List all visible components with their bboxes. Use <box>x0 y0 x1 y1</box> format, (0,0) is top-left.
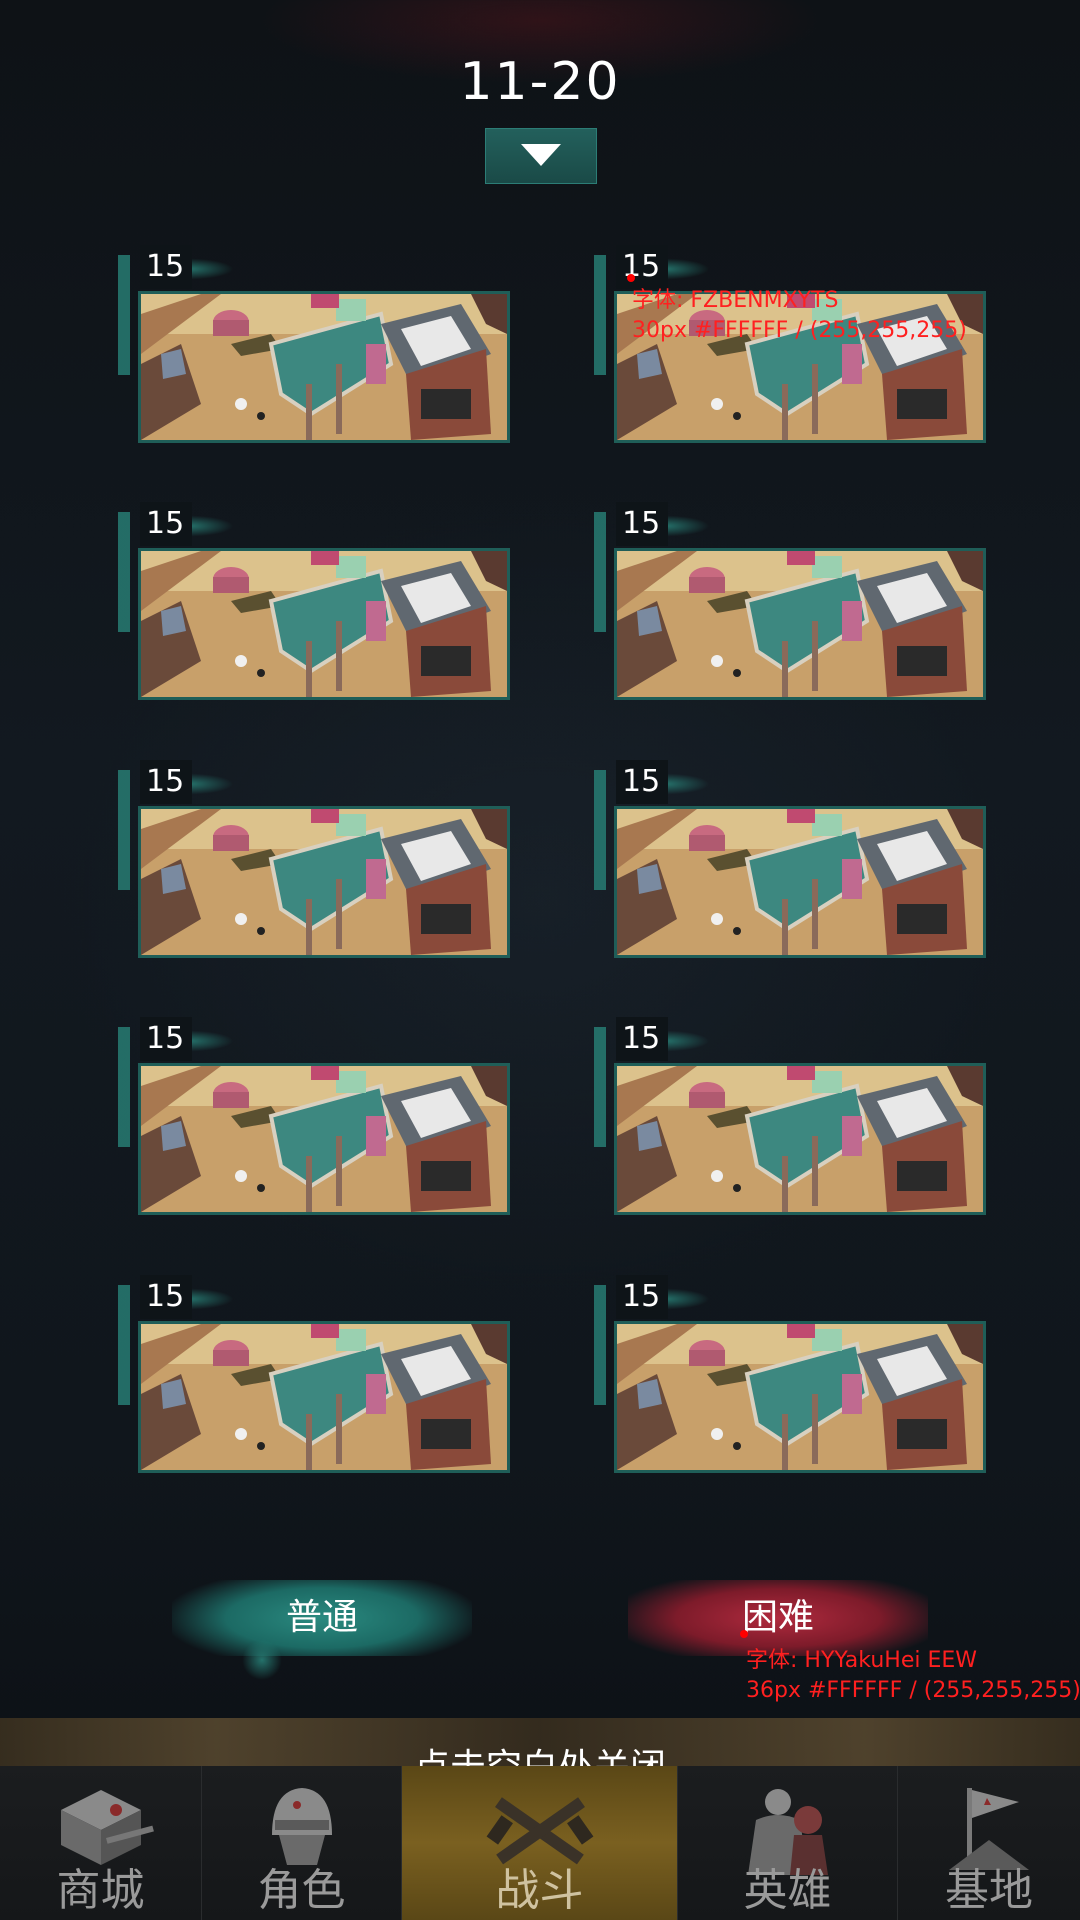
annotation-font-line: 字体: HYYakuHei EEW <box>746 1648 978 1673</box>
nav-item-hero[interactable]: 英雄 <box>678 1766 898 1920</box>
nav-label: 战斗 <box>495 1865 584 1916</box>
nav-item-shop[interactable]: 商城 <box>0 1766 202 1920</box>
level-thumbnail <box>614 1063 986 1215</box>
level-card-5[interactable]: 15 <box>118 760 518 960</box>
font-annotation-level-number: 字体: FZBENMXYTS 30px #FFFFFF / (255,255,2… <box>632 286 967 346</box>
font-annotation-difficulty: 字体: HYYakuHei EEW 36px #FFFFFF / (255,25… <box>746 1646 1080 1706</box>
level-number: 15 <box>616 502 668 546</box>
level-card-9[interactable]: 15 <box>118 1275 518 1475</box>
nav-label: 角色 <box>257 1865 346 1916</box>
nav-item-battle[interactable]: 战斗 <box>402 1766 678 1920</box>
level-number: 15 <box>140 1275 192 1319</box>
difficulty-normal-button[interactable]: 普通 <box>172 1580 472 1680</box>
chapter-dropdown-button[interactable] <box>485 128 597 184</box>
level-card-10[interactable]: 15 <box>594 1275 994 1475</box>
nav-label: 基地 <box>945 1865 1033 1916</box>
annotation-spec-line: 36px #FFFFFF / (255,255,255) <box>746 1678 1080 1703</box>
level-card-7[interactable]: 15 <box>118 1017 518 1217</box>
nav-label: 商城 <box>56 1865 145 1916</box>
level-thumbnail <box>138 548 510 700</box>
nav-item-base[interactable]: 基地 <box>898 1766 1080 1920</box>
level-thumbnail <box>138 1063 510 1215</box>
level-number: 15 <box>140 760 192 804</box>
level-number: 15 <box>616 1275 668 1319</box>
level-thumbnail <box>614 548 986 700</box>
triangle-down-icon <box>521 144 561 166</box>
level-card-6[interactable]: 15 <box>594 760 994 960</box>
level-thumbnail <box>138 1321 510 1473</box>
level-number: 15 <box>616 245 668 289</box>
nav-label: 英雄 <box>743 1865 832 1916</box>
annotation-spec-line: 30px #FFFFFF / (255,255,255) <box>632 318 967 343</box>
level-thumbnail <box>614 806 986 958</box>
level-card-3[interactable]: 15 <box>118 502 518 702</box>
nav-item-character[interactable]: 角色 <box>202 1766 402 1920</box>
bottom-nav: 商城 角色 战斗 英雄 基地 <box>0 1766 1080 1920</box>
level-card-8[interactable]: 15 <box>594 1017 994 1217</box>
level-thumbnail <box>138 291 510 443</box>
annotation-font-line: 字体: FZBENMXYTS <box>632 288 839 313</box>
level-thumbnail <box>138 806 510 958</box>
page-title: 11-20 <box>459 52 621 112</box>
level-number: 15 <box>140 1017 192 1061</box>
level-number: 15 <box>140 502 192 546</box>
difficulty-hard-button[interactable]: 困难 <box>628 1580 928 1656</box>
level-number: 15 <box>616 760 668 804</box>
level-number: 15 <box>616 1017 668 1061</box>
level-card-4[interactable]: 15 <box>594 502 994 702</box>
level-card-1[interactable]: 15 <box>118 245 518 445</box>
level-number: 15 <box>140 245 192 289</box>
level-thumbnail <box>614 1321 986 1473</box>
